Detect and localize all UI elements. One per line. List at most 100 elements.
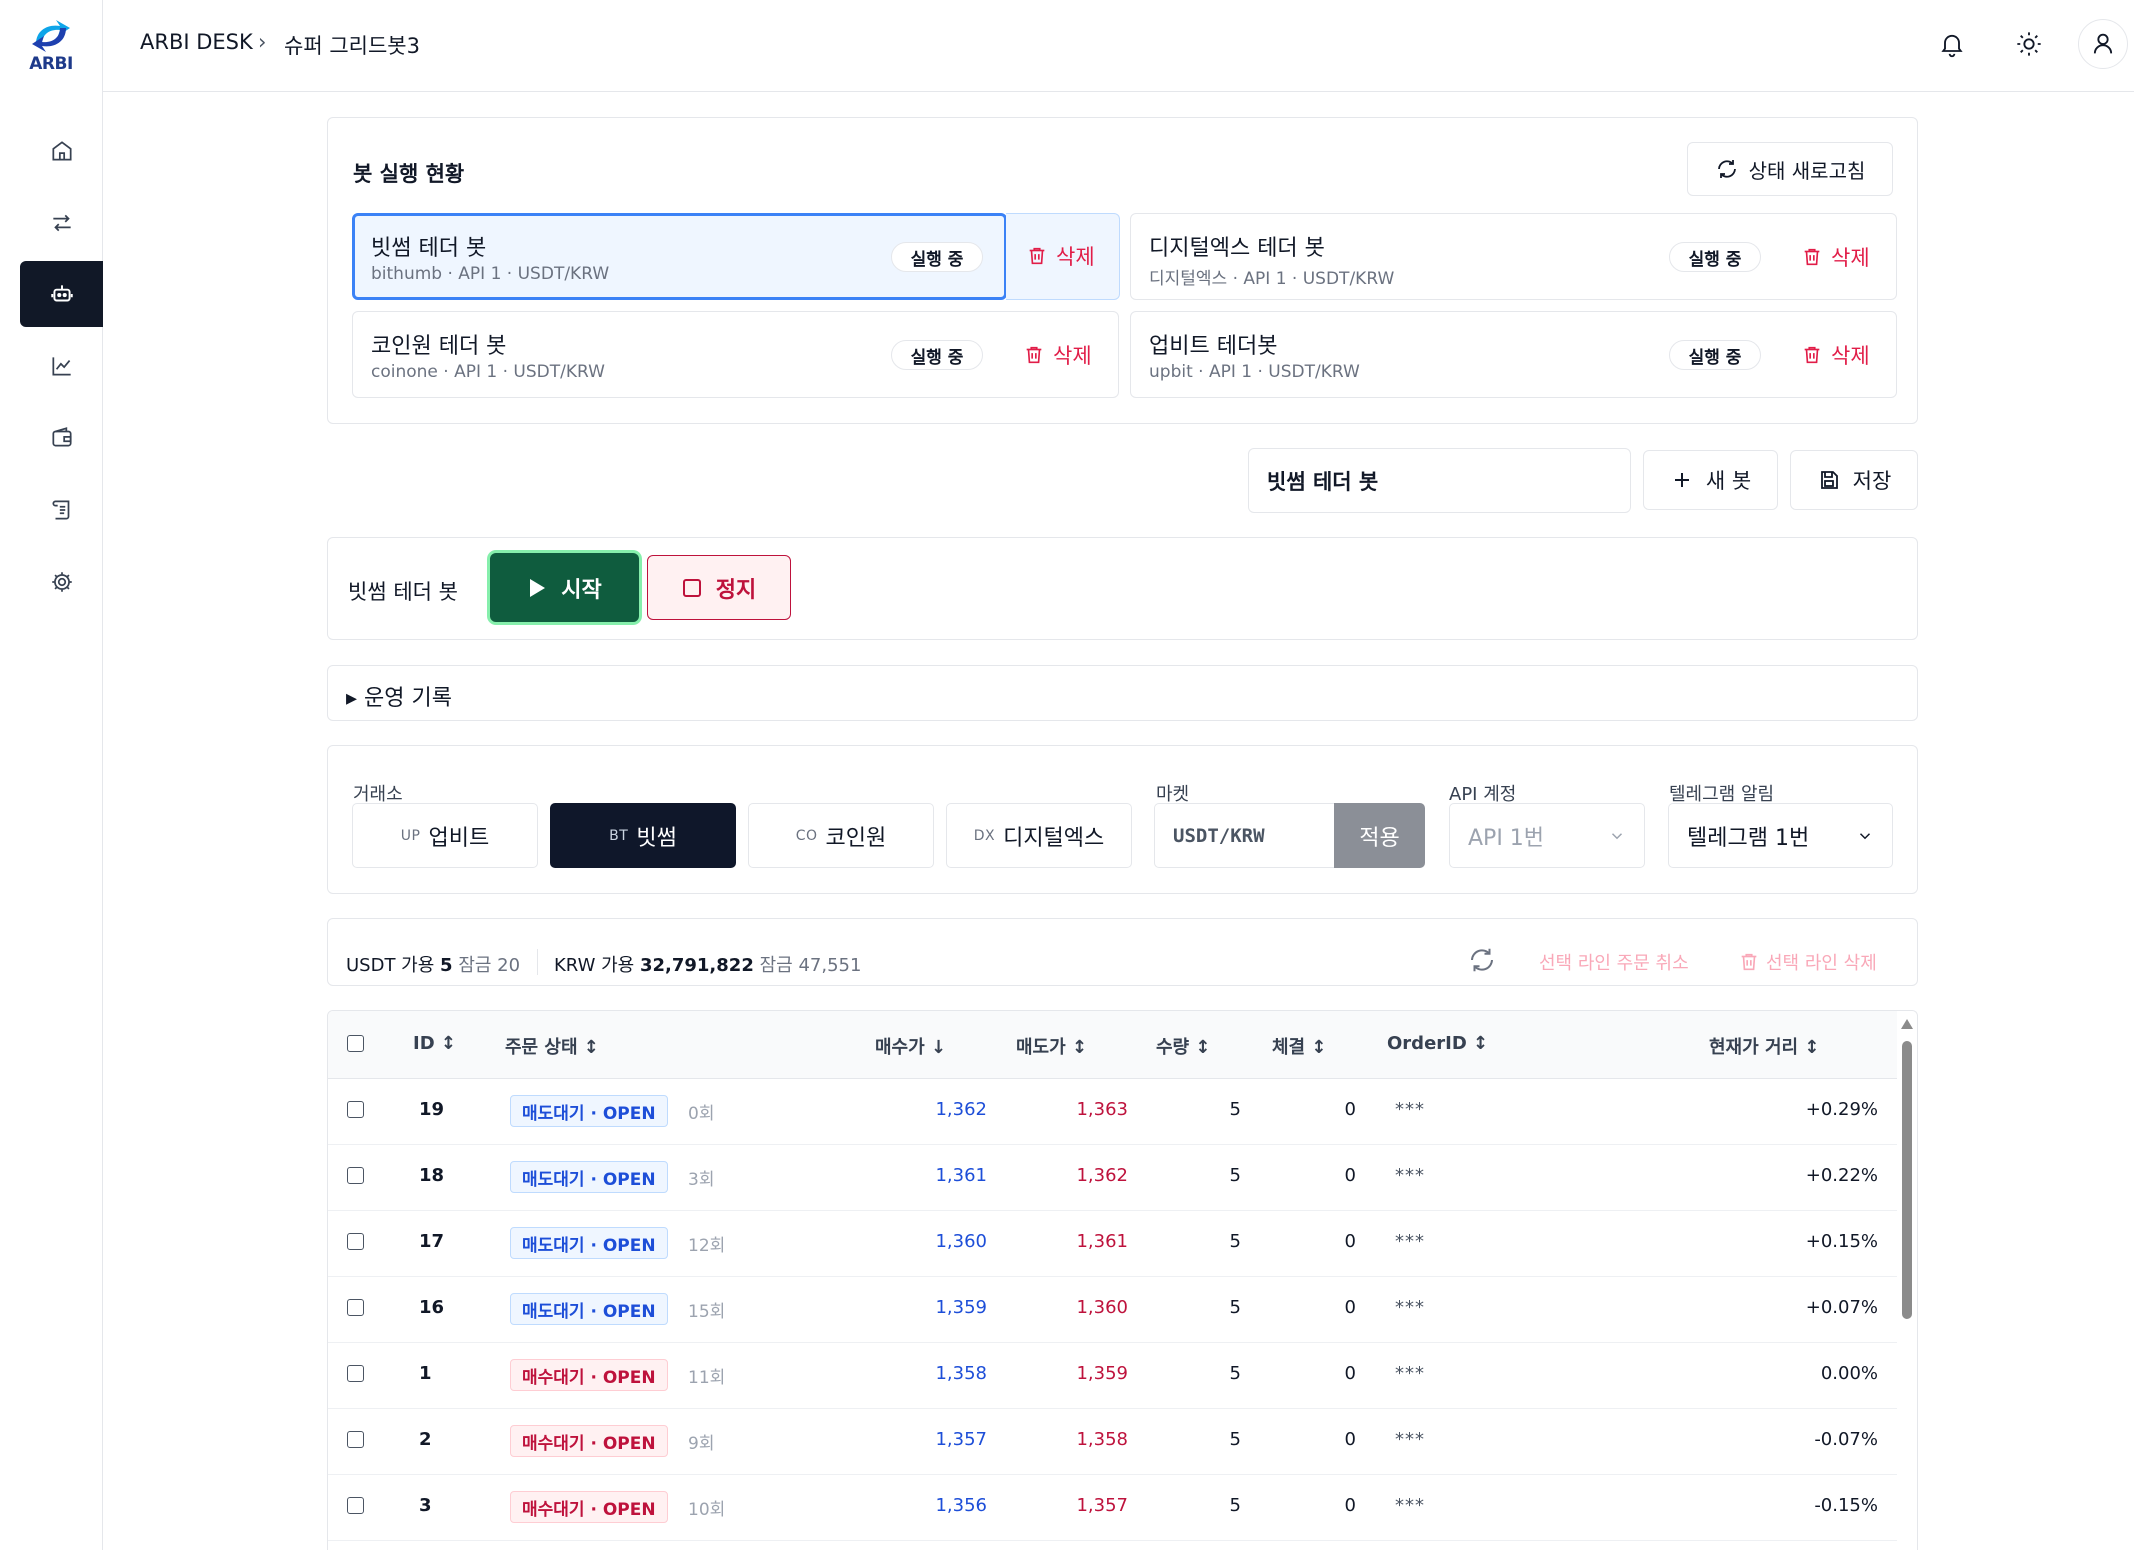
exchange-upbit-button[interactable]: UP 업비트	[352, 803, 538, 868]
col-buy-price[interactable]: 매수가 ↓	[875, 1033, 946, 1059]
table-row[interactable]: 3 매수대기 · OPEN 10회 1,356 1,357 5 0 *** -0.15%	[328, 1475, 1898, 1541]
stop-button[interactable]: 정지	[647, 555, 791, 620]
trash-icon	[1029, 247, 1045, 265]
row-checkbox[interactable]	[347, 1431, 364, 1448]
delete-selected-lines-button[interactable]: 선택 라인 삭제	[1738, 949, 1877, 975]
trash-icon	[1804, 248, 1820, 266]
cell-order-id: ***	[1395, 1099, 1425, 1120]
chevron-down-icon	[1859, 832, 1871, 839]
api-account-select[interactable]: API 1번	[1449, 803, 1645, 868]
save-label: 저장	[1852, 469, 1892, 493]
operation-log-panel[interactable]: ▸ 운영 기록	[327, 665, 1918, 721]
krw-lock-label: 잠금	[759, 955, 793, 976]
col-qty[interactable]: 수량 ↕	[1156, 1033, 1210, 1059]
cell-count: 3회	[688, 1170, 715, 1190]
row-checkbox[interactable]	[347, 1299, 364, 1316]
bot-card-bithumb[interactable]: 빗썸 테더 봇 bithumb · API 1 · USDT/KRW 실행 중	[352, 213, 1007, 300]
cell-buy-price: 1,359	[935, 1297, 987, 1318]
scroll-thumb[interactable]	[1902, 1041, 1912, 1319]
table-row[interactable]: 19 매도대기 · OPEN 0회 1,362 1,363 5 0 *** +0.29%	[328, 1079, 1898, 1145]
exchange-code: UP	[400, 827, 421, 844]
user-menu-button[interactable]	[2078, 19, 2128, 69]
select-all-checkbox[interactable]	[347, 1035, 364, 1052]
status-badge: 실행 중	[1669, 242, 1761, 272]
scroll-up-arrow-icon[interactable]	[1901, 1019, 1913, 1029]
telegram-select[interactable]: 텔레그램 1번	[1668, 803, 1893, 868]
settings-panel: 거래소 UP 업비트 BT 빗썸 CO 코인원 DX 디지털엑스 마켓 USDT…	[327, 745, 1918, 894]
cell-count: 15회	[688, 1302, 726, 1322]
cell-sell-price: 1,357	[1076, 1495, 1128, 1516]
notification-button[interactable]	[1930, 22, 1974, 66]
breadcrumb-app[interactable]: ARBI DESK	[140, 30, 253, 54]
apply-button[interactable]: 적용	[1334, 803, 1425, 868]
exchange-coinone-button[interactable]: CO 코인원	[748, 803, 934, 868]
exchange-bithumb-button[interactable]: BT 빗썸	[550, 803, 736, 868]
nav-bot[interactable]	[20, 261, 103, 327]
cell-qty: 5	[1229, 1495, 1241, 1516]
bot-control-panel: 빗썸 테더 봇 시작 정지	[327, 537, 1918, 640]
bot-status-panel: 봇 실행 현황 상태 새로고침 빗썸 테더 봇 bithumb · API 1 …	[327, 117, 1918, 424]
delete-bot-button[interactable]: 삭제	[1801, 338, 1870, 372]
delete-label: 삭제	[1056, 245, 1095, 269]
cancel-selected-orders-button[interactable]: 선택 라인 주문 취소	[1539, 949, 1689, 975]
exchange-name: 코인원	[825, 825, 887, 851]
operation-log-toggle[interactable]: ▸ 운영 기록	[346, 680, 452, 712]
row-checkbox[interactable]	[347, 1497, 364, 1514]
start-button[interactable]: 시작	[490, 553, 639, 622]
refresh-balance-icon[interactable]	[1467, 945, 1497, 975]
cell-buy-price: 1,362	[935, 1099, 987, 1120]
col-order-id[interactable]: OrderID ↕	[1387, 1033, 1488, 1054]
row-checkbox[interactable]	[347, 1167, 364, 1184]
row-checkbox[interactable]	[347, 1233, 364, 1250]
table-row[interactable]: 16 매도대기 · OPEN 15회 1,359 1,360 5 0 *** +0.07%	[328, 1277, 1898, 1343]
nav-logs[interactable]	[20, 477, 103, 543]
delete-bot-button[interactable]: 삭제	[1026, 239, 1095, 273]
table-scrollbar[interactable]	[1897, 1011, 1917, 1550]
delete-bot-button[interactable]: 삭제	[1801, 240, 1870, 274]
table-row[interactable]: 17 매도대기 · OPEN 12회 1,360 1,361 5 0 *** +0.15%	[328, 1211, 1898, 1277]
cell-id: 1	[419, 1363, 432, 1384]
save-button[interactable]: 저장	[1790, 450, 1918, 510]
bot-name-input[interactable]: 빗썸 테더 봇	[1248, 448, 1631, 513]
bot-card-upbit[interactable]: 업비트 테더봇 upbit · API 1 · USDT/KRW 실행 중 삭제	[1130, 311, 1897, 398]
delete-label: 삭제	[1831, 344, 1870, 368]
nav-settings[interactable]	[20, 549, 103, 615]
status-badge: 실행 중	[891, 340, 983, 370]
delete-label: 삭제	[1831, 246, 1870, 270]
cell-order-status: 매도대기 · OPEN	[510, 1095, 668, 1127]
col-filled[interactable]: 체결 ↕	[1272, 1033, 1326, 1059]
arbi-logo[interactable]: ARBI	[22, 18, 80, 74]
exchange-digitalx-button[interactable]: DX 디지털엑스	[946, 803, 1132, 868]
col-sell-price[interactable]: 매도가 ↕	[1016, 1033, 1087, 1059]
table-row[interactable]: 18 매도대기 · OPEN 3회 1,361 1,362 5 0 *** +0.22%	[328, 1145, 1898, 1211]
trash-icon	[1741, 953, 1757, 971]
nav-wallet[interactable]	[20, 405, 103, 471]
cell-order-status: 매도대기 · OPEN	[510, 1161, 668, 1193]
row-checkbox[interactable]	[347, 1101, 364, 1118]
new-bot-button[interactable]: 새 봇	[1643, 450, 1778, 510]
table-row[interactable]: 1 매수대기 · OPEN 11회 1,358 1,359 5 0 *** 0.00%	[328, 1343, 1898, 1409]
row-checkbox[interactable]	[347, 1365, 364, 1382]
bot-card-digitalx[interactable]: 디지털엑스 테더 봇 디지털엑스 · API 1 · USDT/KRW 실행 중…	[1130, 213, 1897, 300]
cell-order-id: ***	[1395, 1363, 1425, 1384]
col-id[interactable]: ID ↕	[413, 1033, 456, 1054]
theme-toggle-button[interactable]	[2007, 22, 2051, 66]
col-distance[interactable]: 현재가 거리 ↕	[1709, 1033, 1819, 1059]
table-row[interactable]: 2 매수대기 · OPEN 9회 1,357 1,358 5 0 *** -0.07%	[328, 1409, 1898, 1475]
col-status[interactable]: 주문 상태 ↕	[505, 1033, 599, 1059]
market-input[interactable]: USDT/KRW	[1154, 803, 1334, 868]
delete-bot-button[interactable]: 삭제	[1023, 338, 1092, 372]
scroll-icon	[51, 500, 69, 520]
refresh-status-button[interactable]: 상태 새로고침	[1687, 142, 1893, 196]
bot-card-coinone[interactable]: 코인원 테더 봇 coinone · API 1 · USDT/KRW 실행 중…	[352, 311, 1119, 398]
cell-qty: 5	[1229, 1165, 1241, 1186]
cell-id: 17	[419, 1231, 445, 1252]
krw-avail-label: KRW 가용	[554, 955, 635, 976]
nav-transfer[interactable]	[20, 190, 103, 256]
cell-sell-price: 1,361	[1076, 1231, 1128, 1252]
nav-chart[interactable]	[20, 333, 103, 399]
sun-icon	[2017, 32, 2041, 56]
nav-home[interactable]	[20, 118, 103, 184]
bot-subtitle: coinone · API 1 · USDT/KRW	[371, 362, 605, 382]
cell-buy-price: 1,361	[935, 1165, 987, 1186]
